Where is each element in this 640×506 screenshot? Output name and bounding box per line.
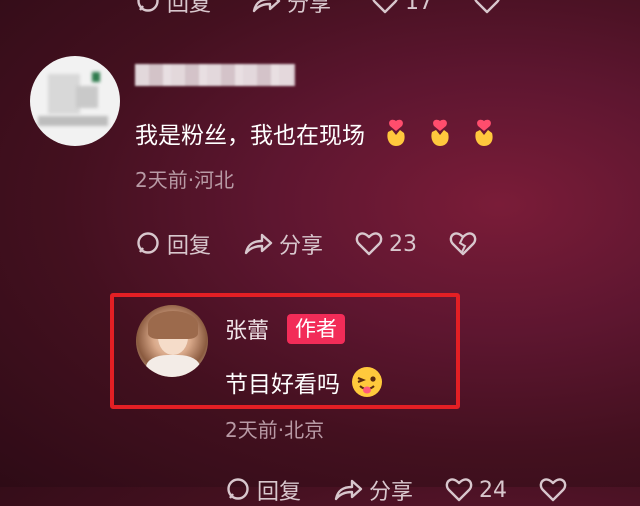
like-count: 23 [389, 231, 418, 257]
like-count: 17 [405, 0, 434, 15]
reply-body: 节目好看吗 [225, 372, 340, 398]
broken-heart-icon [449, 232, 477, 256]
share-button[interactable]: 分享 [333, 474, 413, 506]
comment-text: 我是粉丝，我也在现场 [135, 116, 497, 150]
like-button[interactable]: 24 [445, 477, 507, 503]
like-button[interactable]: 23 [355, 231, 417, 257]
comment-bubble-icon [137, 0, 159, 12]
dislike-button[interactable] [449, 231, 477, 257]
author-name[interactable]: 张蕾 [225, 313, 269, 345]
wink-tongue-emoji-icon [352, 367, 382, 397]
finger-heart-emoji-icon [387, 119, 405, 146]
reply-actions: 回复 分享 24 [225, 474, 567, 506]
heart-icon [372, 0, 398, 14]
reply-button[interactable]: 回复 [135, 228, 211, 260]
commenter-name-blurred[interactable] [135, 64, 295, 86]
heart-icon [445, 478, 473, 502]
share-arrow-icon [252, 0, 281, 13]
comment-bubble-icon [227, 478, 249, 500]
reply-label: 回复 [167, 0, 212, 17]
author-badge: 作者 [287, 314, 346, 344]
comment-meta: 2天前·河北 [135, 168, 235, 192]
author-avatar[interactable] [136, 305, 208, 377]
dislike-button[interactable] [473, 0, 501, 15]
heart-icon [355, 232, 383, 256]
share-label: 分享 [287, 0, 332, 17]
reply-button[interactable]: 回复 [135, 0, 211, 18]
reply-label: 回复 [167, 234, 212, 259]
broken-heart-icon [539, 478, 567, 502]
share-arrow-icon [334, 479, 363, 501]
share-arrow-icon [244, 233, 273, 255]
comment-bubble-icon [137, 232, 159, 254]
dislike-button[interactable] [539, 477, 567, 503]
comment-body: 我是粉丝，我也在现场 [135, 123, 365, 149]
finger-heart-emoji-icon [475, 119, 493, 146]
reply-label: 回复 [257, 480, 302, 505]
reply-text: 节目好看吗 [225, 365, 384, 399]
commenter-avatar[interactable] [30, 56, 120, 146]
reply-button[interactable]: 回复 [225, 474, 301, 506]
share-label: 分享 [279, 234, 324, 259]
share-button[interactable]: 分享 [251, 0, 331, 18]
broken-heart-icon [474, 0, 500, 14]
like-button[interactable]: 17 [371, 0, 433, 15]
finger-heart-emoji-icon [431, 119, 449, 146]
comment-actions: 回复 分享 23 [135, 228, 477, 260]
author-name-row: 张蕾 作者 [225, 313, 346, 345]
share-label: 分享 [369, 480, 414, 505]
previous-comment-actions: 回复 分享 17 [135, 0, 501, 18]
like-count: 24 [479, 477, 508, 503]
share-button[interactable]: 分享 [243, 228, 323, 260]
reply-meta: 2天前·北京 [225, 418, 325, 442]
